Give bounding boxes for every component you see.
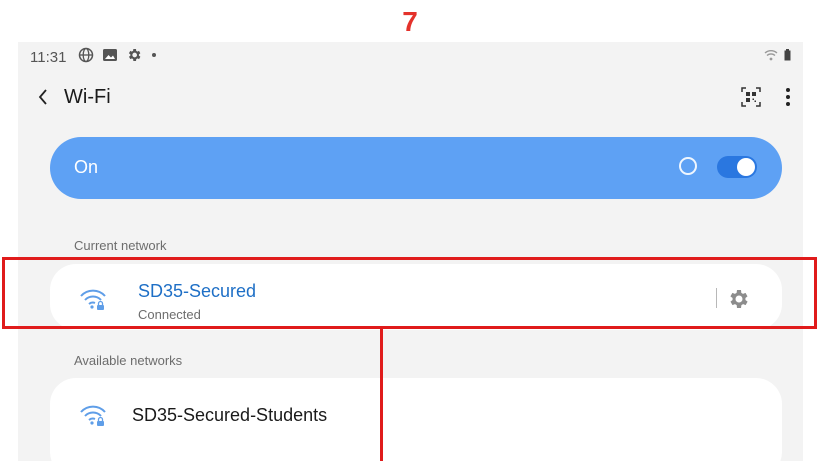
qr-code-icon[interactable]	[739, 85, 763, 109]
current-network-label: Current network	[74, 238, 167, 253]
wifi-toggle-label: On	[74, 157, 99, 177]
more-vertical-icon[interactable]	[780, 85, 796, 109]
back-button[interactable]	[30, 80, 56, 114]
wifi-toggle-card[interactable]: On	[50, 137, 782, 199]
status-bar: 11:31	[18, 42, 803, 72]
available-networks-label: Available networks	[74, 353, 183, 368]
callout-line	[380, 329, 383, 461]
wifi-toggle-switch[interactable]	[717, 156, 757, 178]
available-network-name: SD35-Secured-Students	[132, 405, 328, 425]
status-right-icons	[764, 49, 791, 61]
highlight-box	[2, 257, 817, 329]
app-header: Wi-Fi	[18, 80, 803, 114]
page-title: Wi-Fi	[64, 86, 111, 108]
gear-icon	[128, 49, 141, 61]
device-screen: 11:31 Wi-Fi On Current network SD35-Secu…	[18, 42, 803, 461]
status-time: 11:31	[30, 49, 67, 66]
wifi-signal-icon	[764, 50, 778, 61]
toggle-knob	[737, 158, 755, 176]
available-network-item[interactable]: SD35-Secured-Students	[50, 378, 782, 461]
battery-icon	[784, 49, 791, 61]
circle-icon	[679, 157, 697, 175]
chevron-left-icon	[38, 89, 47, 105]
wifi-lock-icon	[80, 405, 106, 426]
dot-icon	[152, 53, 156, 57]
globe-icon	[78, 47, 94, 63]
step-number: 7	[402, 6, 418, 37]
image-icon	[103, 49, 117, 61]
status-icons	[78, 47, 158, 63]
